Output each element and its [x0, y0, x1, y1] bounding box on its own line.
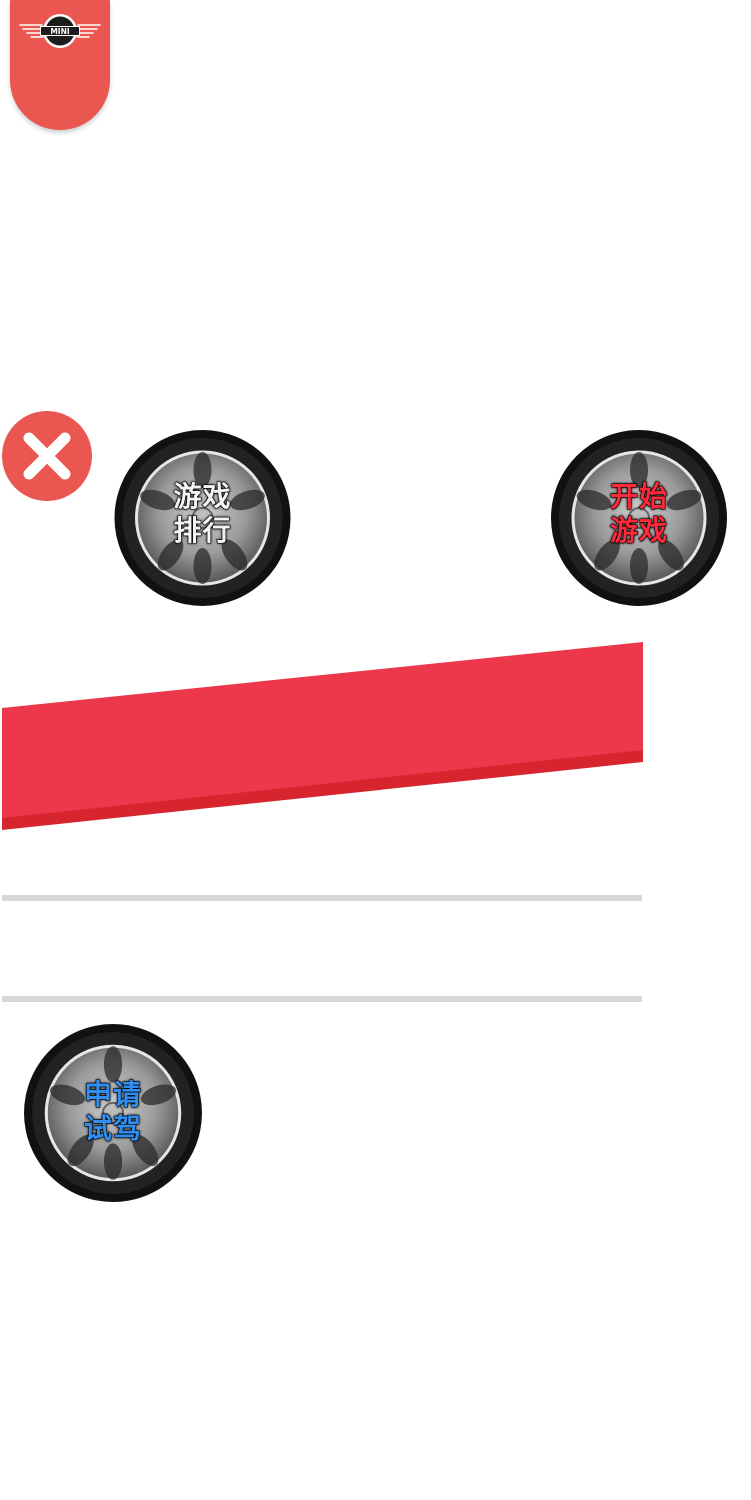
brand-logo-tab: MINI: [10, 0, 110, 130]
red-banner: [2, 642, 643, 830]
test-drive-wheel-button[interactable]: 申请 试驾: [22, 1022, 204, 1204]
divider: [2, 996, 642, 1002]
close-icon: [2, 411, 92, 501]
close-button[interactable]: [2, 411, 92, 501]
start-game-label: 开始 游戏: [548, 479, 730, 548]
leaderboard-wheel-button[interactable]: 游戏 排行: [110, 428, 295, 608]
start-game-wheel-button[interactable]: 开始 游戏: [548, 428, 730, 608]
test-drive-label-line2: 试驾: [83, 1111, 142, 1145]
divider: [2, 895, 642, 901]
test-drive-label-line1: 申请: [83, 1077, 142, 1111]
test-drive-label: 申请 试驾: [22, 1077, 204, 1146]
start-game-label-line2: 游戏: [609, 513, 668, 547]
leaderboard-label-line1: 游戏: [173, 479, 232, 513]
start-game-label-line1: 开始: [609, 479, 668, 513]
logo-text: MINI: [50, 27, 70, 36]
mini-logo: MINI: [19, 14, 101, 48]
leaderboard-label-line2: 排行: [173, 513, 232, 547]
leaderboard-label: 游戏 排行: [110, 479, 295, 548]
